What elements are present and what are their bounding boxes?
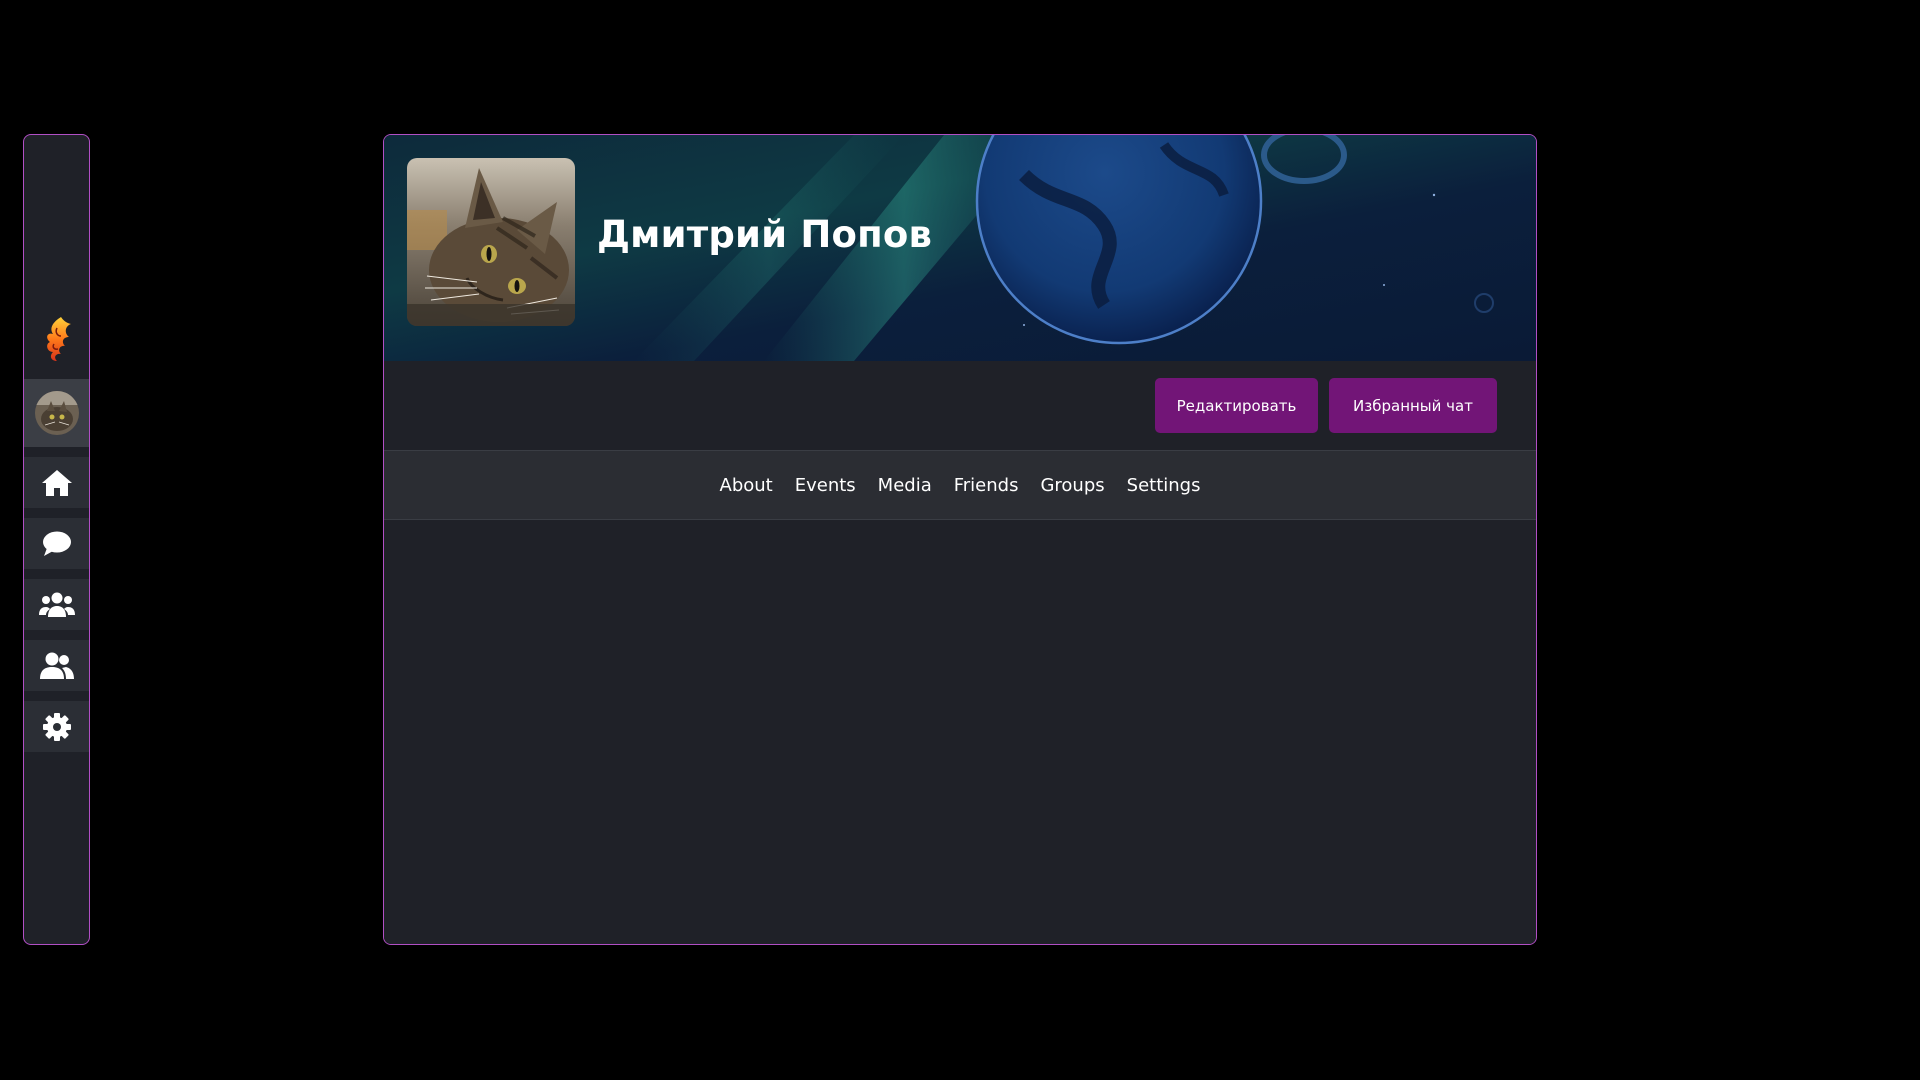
tab-groups[interactable]: Groups — [1040, 475, 1104, 496]
chat-bubble-icon — [42, 531, 71, 556]
edit-profile-button[interactable]: Редактировать — [1155, 378, 1318, 433]
sidebar-item-settings[interactable] — [24, 701, 89, 752]
phoenix-logo-icon[interactable] — [24, 311, 89, 367]
home-icon — [41, 469, 72, 496]
gear-icon — [42, 712, 71, 741]
sidebar-avatar[interactable] — [24, 379, 89, 447]
sidebar-item-chat[interactable] — [24, 518, 89, 569]
sidebar-item-friends[interactable] — [24, 640, 89, 691]
profile-panel: Дмитрий Попов Редактировать Избранный ча… — [383, 134, 1537, 945]
tab-events[interactable]: Events — [795, 475, 856, 496]
avatar — [34, 391, 79, 435]
groups-icon — [38, 592, 75, 617]
profile-content-area — [384, 520, 1536, 944]
tab-settings[interactable]: Settings — [1127, 475, 1201, 496]
sidebar-item-home[interactable] — [24, 457, 89, 508]
tab-friends[interactable]: Friends — [954, 475, 1019, 496]
friends-icon — [39, 652, 74, 679]
profile-name: Дмитрий Попов — [597, 213, 933, 256]
favorite-chat-button[interactable]: Избранный чат — [1329, 378, 1497, 433]
tab-media[interactable]: Media — [878, 475, 932, 496]
profile-actions-bar: Редактировать Избранный чат — [384, 361, 1536, 451]
profile-photo[interactable] — [407, 158, 575, 326]
profile-tabs: About Events Media Friends Groups Settin… — [384, 451, 1536, 520]
sidebar — [23, 134, 90, 945]
tab-about[interactable]: About — [720, 475, 773, 496]
sidebar-item-groups[interactable] — [24, 579, 89, 630]
